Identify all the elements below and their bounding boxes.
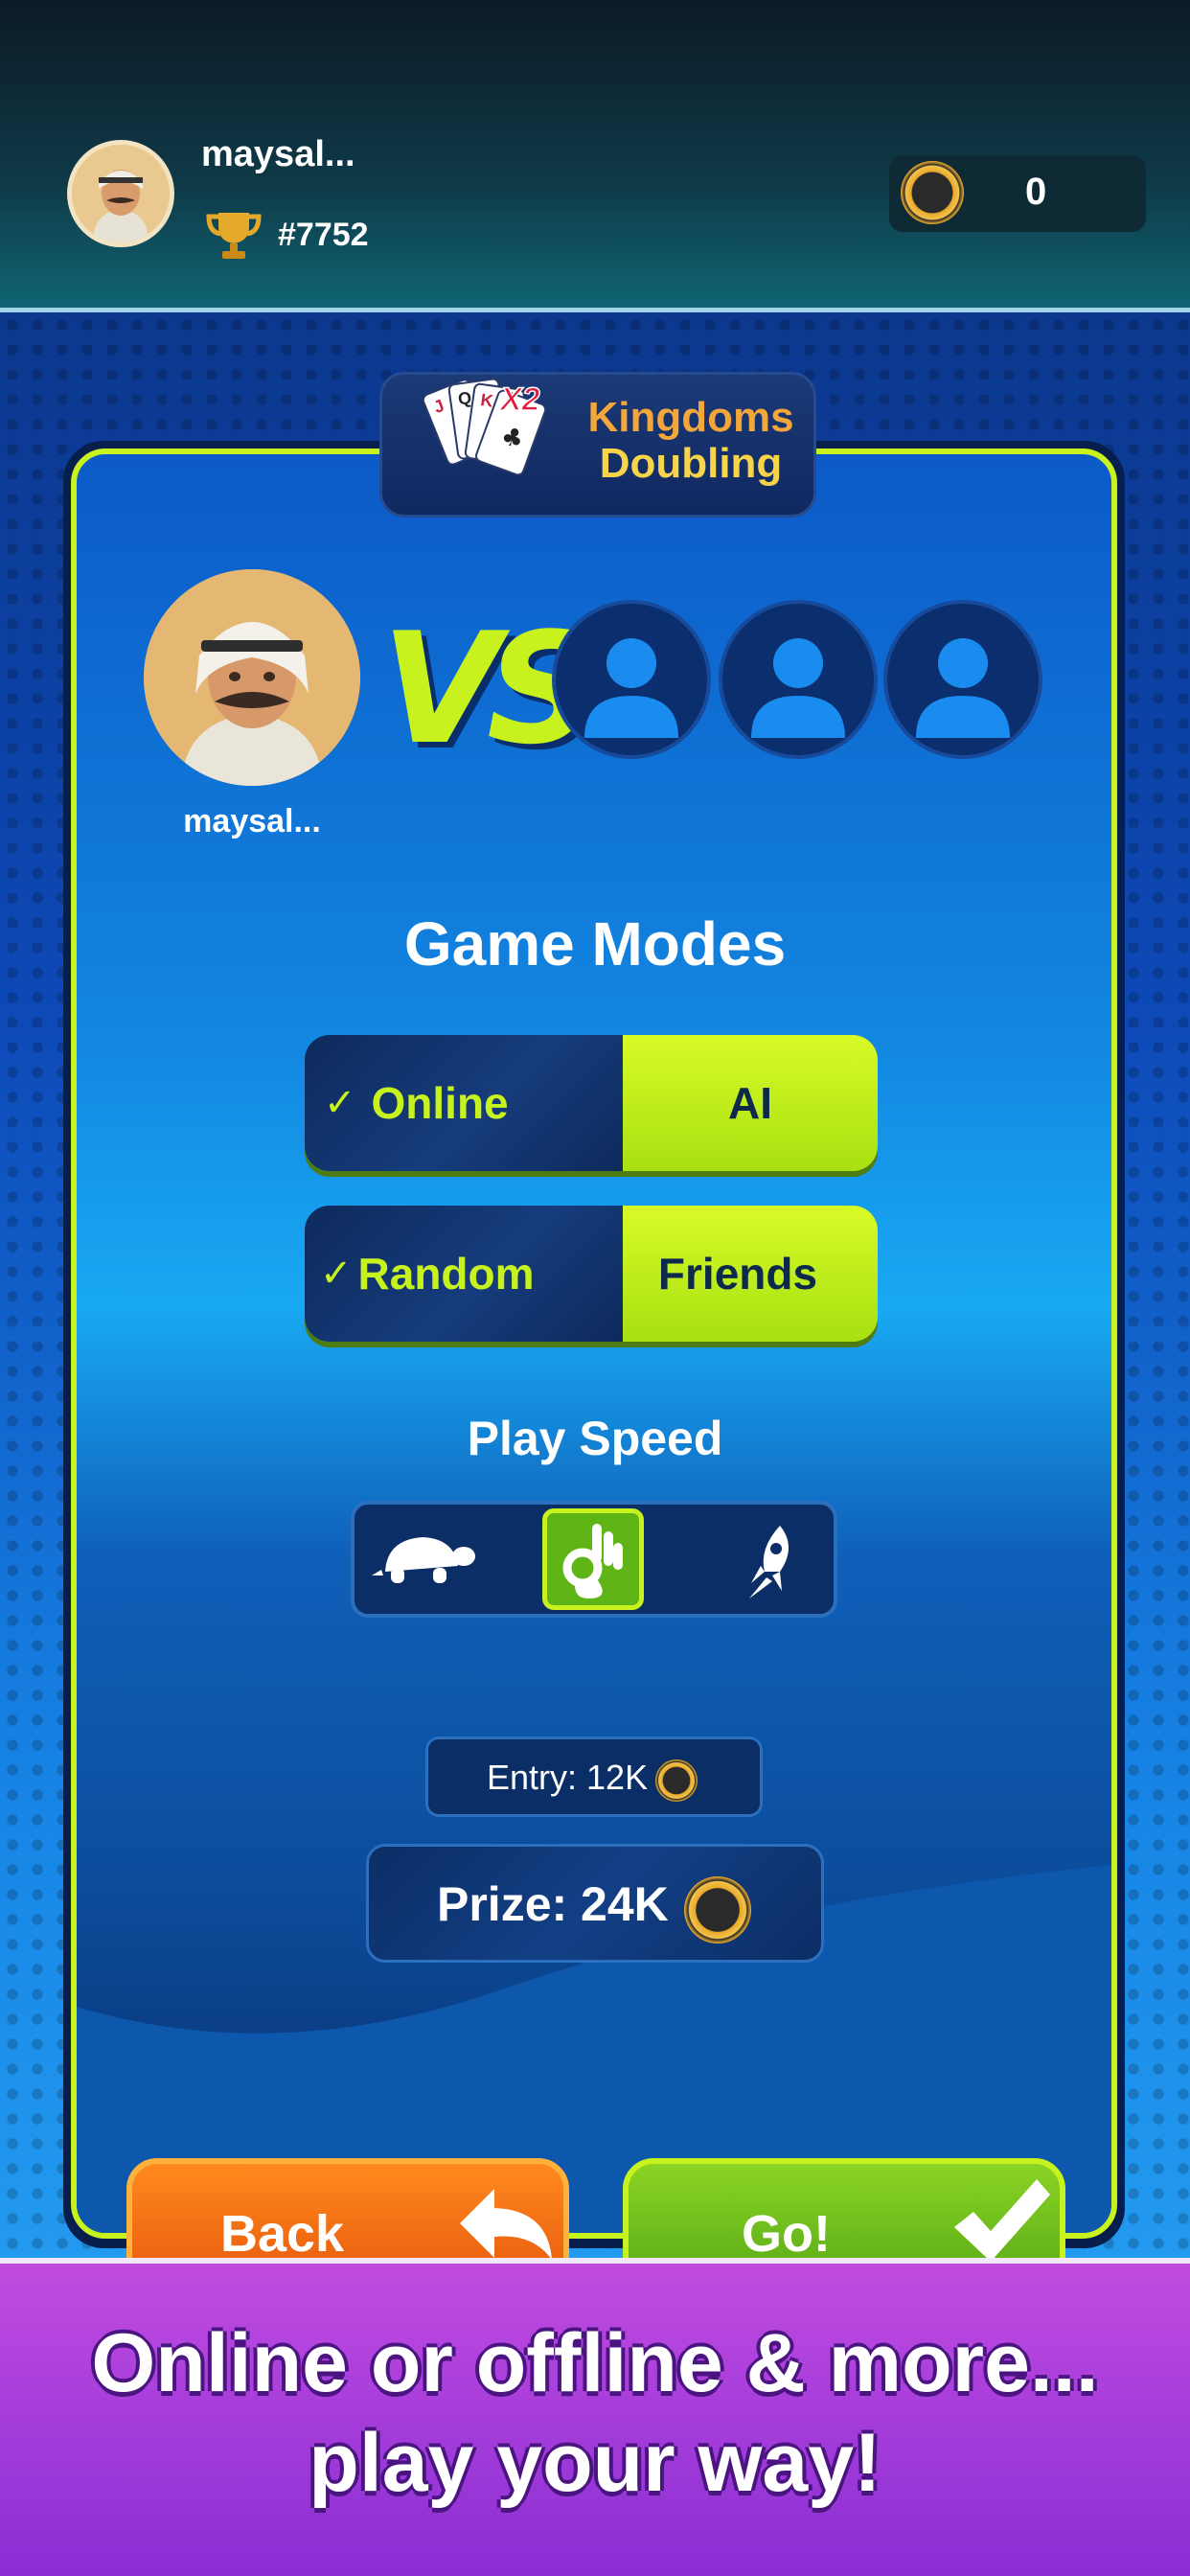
opponent-mode-toggle: ✓ Random Friends (305, 1206, 878, 1342)
turtle-icon[interactable] (372, 1526, 475, 1591)
cards-icon: J Q K ♣ X2 (422, 378, 547, 476)
user-placeholder-icon (751, 638, 845, 738)
game-title: Kingdoms Doubling (581, 395, 801, 487)
profile-avatar[interactable] (67, 140, 174, 247)
coin-count: 0 (1025, 171, 1047, 213)
svg-text:X2: X2 (498, 381, 540, 418)
ai-option-label: AI (728, 1078, 772, 1128)
go-button-label: Go! (742, 2205, 831, 2263)
username: maysal... (201, 134, 355, 174)
opponent-slot-3 (883, 600, 1042, 759)
promo-text: Online or offline & more... play your wa… (0, 2313, 1190, 2513)
promo-line-2: play your way! (309, 2417, 881, 2509)
prize-label: Prize: 24K (437, 1877, 669, 1931)
ok-hand-icon (562, 1524, 623, 1598)
svg-text:Q: Q (457, 388, 473, 409)
coin-icon (655, 1760, 698, 1802)
coin-icon (684, 1876, 751, 1944)
player-avatar (144, 569, 360, 786)
coin-icon (901, 161, 964, 224)
online-option-label: ✓ Online (324, 1078, 509, 1128)
svg-text:K: K (479, 390, 494, 411)
friends-option-label: Friends (657, 1249, 818, 1299)
promo-line-1: Online or offline & more... (91, 2317, 1099, 2409)
connection-mode-toggle: ✓ Online AI (305, 1035, 878, 1171)
trophy-icon (206, 213, 262, 259)
opponent-slot-2 (719, 600, 878, 759)
rocket-icon[interactable] (738, 1524, 799, 1600)
game-title-line2: Doubling (599, 440, 783, 487)
game-title-line1: Kingdoms (587, 394, 794, 441)
checkmark-icon (954, 2179, 1050, 2262)
rank-label: #7752 (278, 217, 369, 253)
random-option-label: ✓ Random (320, 1249, 535, 1299)
checkmark-icon: ✓ (324, 1082, 356, 1124)
opponent-slot-1 (552, 600, 711, 759)
game-modes-heading: Game Modes (403, 909, 787, 978)
play-speed-heading: Play Speed (467, 1412, 723, 1465)
player-name: maysal... (183, 803, 321, 840)
entry-fee-label: Entry: 12K (487, 1758, 649, 1797)
user-placeholder-icon (916, 638, 1010, 738)
checkmark-icon: ✓ (320, 1253, 353, 1295)
user-placeholder-icon (584, 638, 678, 738)
back-button-label: Back (220, 2205, 345, 2263)
back-arrow-icon (460, 2189, 552, 2260)
